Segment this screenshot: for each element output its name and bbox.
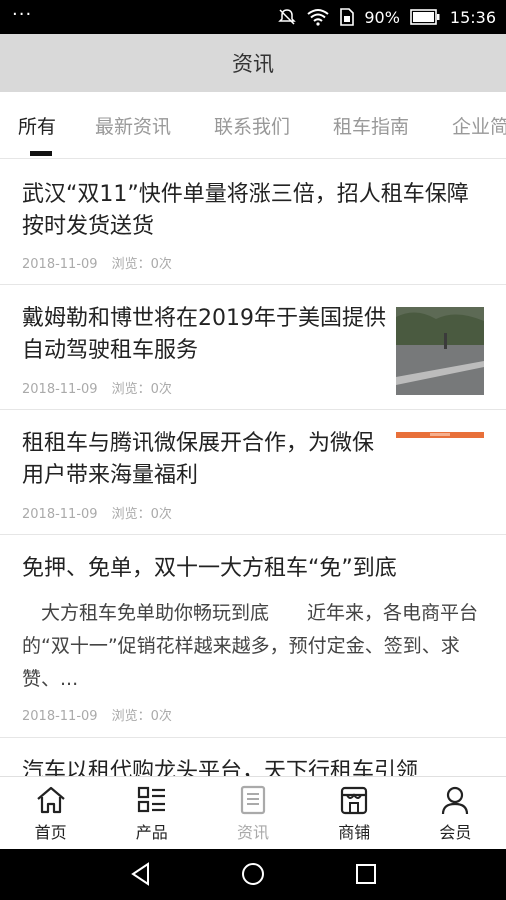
article-views: 浏览：0次	[111, 507, 172, 522]
nav-news[interactable]: 资讯	[202, 777, 303, 850]
page-title: 资讯	[232, 52, 274, 76]
status-bar: ··· 90% 15:36	[0, 0, 506, 34]
system-nav-bar	[0, 849, 506, 900]
nav-store[interactable]: 商铺	[304, 777, 405, 850]
tab-company-intro[interactable]: 企业简介	[452, 112, 506, 139]
nav-member-label: 会员	[439, 823, 472, 842]
nav-home[interactable]: 首页	[0, 777, 101, 850]
nav-store-label: 商铺	[338, 823, 371, 842]
back-icon[interactable]	[128, 861, 154, 887]
store-icon	[341, 786, 368, 815]
news-icon	[240, 785, 266, 815]
category-tabs: 所有 最新资讯 联系我们 租车指南 企业简介	[0, 92, 506, 159]
article-item[interactable]: 武汉“双11”快件单量将涨三倍，招人租车保障按时发货送货 2018-11-09 浏…	[0, 159, 506, 285]
article-title[interactable]: 免押、免单，双十一大方租车“免”到底	[22, 535, 484, 585]
active-tab-indicator	[30, 151, 52, 156]
article-views: 浏览：0次	[111, 257, 172, 272]
article-meta: 2018-11-09 浏览：0次	[22, 503, 172, 522]
article-date: 2018-11-09	[22, 507, 98, 522]
article-meta: 2018-11-09 浏览：0次	[22, 378, 172, 397]
article-item[interactable]: 租租车与腾讯微保展开合作，为微保用户带来海量福利 2018-11-09 浏览：0次	[0, 410, 506, 535]
tab-rental-guide[interactable]: 租车指南	[333, 112, 409, 139]
article-item[interactable]: 戴姆勒和博世将在2019年于美国提供自动驾驶租车服务 2018-11-09 浏览：…	[0, 285, 506, 410]
article-title[interactable]: 戴姆勒和博世将在2019年于美国提供自动驾驶租车服务	[22, 285, 392, 367]
battery-icon	[410, 9, 440, 25]
article-title[interactable]: 汽车以租代购龙头平台，天下行租车引领	[22, 738, 484, 776]
mute-icon	[278, 9, 297, 25]
battery-percent: 90%	[364, 7, 400, 27]
sim-icon	[340, 8, 355, 26]
article-item[interactable]: 免押、免单，双十一大方租车“免”到底 大方租车免单助你畅玩到底 近年来，各电商平…	[0, 535, 506, 738]
tab-latest-news[interactable]: 最新资讯	[95, 112, 171, 139]
clock: 15:36	[449, 7, 496, 27]
wifi-icon	[307, 9, 329, 26]
nav-home-label: 首页	[34, 823, 67, 842]
article-views: 浏览：0次	[111, 709, 172, 724]
article-title[interactable]: 武汉“双11”快件单量将涨三倍，招人租车保障按时发货送货	[22, 159, 484, 243]
notification-dots: ···	[12, 4, 33, 25]
title-bar: 资讯	[0, 34, 506, 92]
article-date: 2018-11-09	[22, 382, 98, 397]
nav-news-label: 资讯	[237, 823, 270, 842]
list-icon	[137, 786, 165, 813]
bottom-nav: 首页 产品 资讯 商铺 会员	[0, 776, 506, 850]
tab-contact-us[interactable]: 联系我们	[214, 112, 290, 139]
article-date: 2018-11-09	[22, 257, 98, 272]
home-circle-icon[interactable]	[240, 861, 266, 887]
nav-products[interactable]: 产品	[101, 777, 202, 850]
article-views: 浏览：0次	[111, 382, 172, 397]
article-meta: 2018-11-09 浏览：0次	[22, 253, 172, 272]
article-thumbnail-road[interactable]	[396, 307, 484, 395]
article-list: 武汉“双11”快件单量将涨三倍，招人租车保障按时发货送货 2018-11-09 浏…	[0, 159, 506, 776]
article-thumbnail-banner[interactable]	[396, 432, 484, 442]
home-icon	[36, 786, 65, 814]
article-meta: 2018-11-09 浏览：0次	[22, 705, 172, 724]
article-date: 2018-11-09	[22, 709, 98, 724]
article-title[interactable]: 租租车与腾讯微保展开合作，为微保用户带来海量福利	[22, 410, 392, 492]
article-item[interactable]: 汽车以租代购龙头平台，天下行租车引领	[0, 738, 506, 776]
user-icon	[442, 786, 469, 815]
recents-icon[interactable]	[353, 861, 379, 887]
tab-all[interactable]: 所有	[18, 112, 56, 139]
nav-products-label: 产品	[135, 823, 168, 842]
article-summary: 大方租车免单助你畅玩到底 近年来，各电商平台的“双十一”促销花样越来越多，预付定…	[22, 602, 479, 690]
nav-member[interactable]: 会员	[405, 777, 506, 850]
